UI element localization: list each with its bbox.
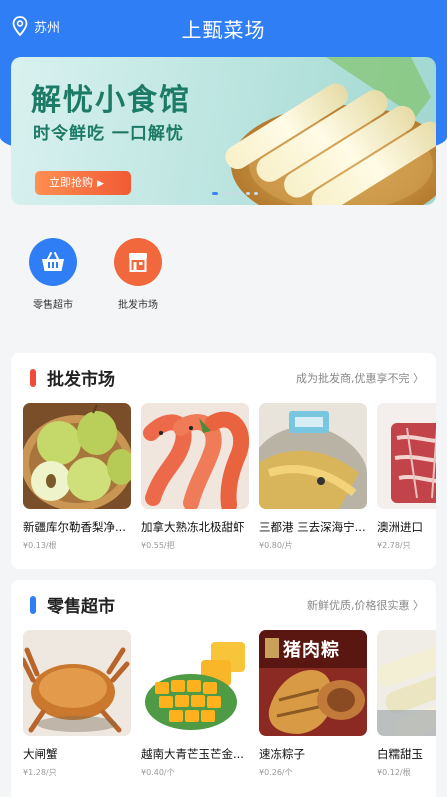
section-title: 批发市场	[47, 370, 115, 390]
product-card[interactable]: 澳洲进口 ¥2.78/只	[377, 403, 436, 551]
product-price: ¥0.13/根	[23, 541, 57, 550]
product-name: 三都港 三去深海宁...	[259, 520, 366, 534]
section-more-link[interactable]: 成为批发商,优惠享不完 〉	[296, 370, 424, 386]
section-hint: 新鲜优质,价格很实惠	[307, 599, 410, 612]
product-price: ¥0.26/个	[259, 768, 293, 777]
crab-image	[23, 630, 131, 736]
shopping-basket-icon	[42, 252, 64, 271]
carousel-dot[interactable]	[222, 192, 226, 195]
carousel-dot[interactable]	[230, 192, 234, 195]
section-title: 零售超市	[47, 597, 115, 617]
carousel-indicator	[212, 192, 258, 195]
product-card[interactable]: 白糯甜玉 ¥0.12/根	[377, 630, 436, 778]
mango-image	[141, 630, 249, 736]
product-price: ¥0.80/片	[259, 541, 293, 550]
product-name: 澳洲进口	[377, 520, 423, 534]
chevron-right-icon: 〉	[413, 599, 424, 612]
carousel-dot[interactable]	[238, 192, 242, 195]
product-name: 加拿大熟冻北极甜虾	[141, 520, 245, 534]
quick-link-wholesale[interactable]: 批发市场	[106, 238, 170, 311]
pear-image	[23, 403, 131, 509]
section-accent-bar	[30, 369, 36, 387]
product-card[interactable]: 大闸蟹 ¥1.28/只	[23, 630, 131, 778]
promo-banner[interactable]: 解忧小食馆 时令鲜吃 一口解忧 立即抢购 ▶	[11, 57, 436, 205]
carousel-dot[interactable]	[254, 192, 258, 195]
section-hint: 成为批发商,优惠享不完	[296, 372, 410, 385]
chevron-right-icon: 〉	[413, 372, 424, 385]
product-price: ¥0.55/把	[141, 541, 175, 550]
store-icon	[129, 253, 147, 272]
product-card[interactable]: 三都港 三去深海宁... ¥0.80/片	[259, 403, 367, 551]
section-accent-bar	[30, 596, 36, 614]
quick-link-label: 批发市场	[118, 300, 158, 311]
top-bar: 苏州 上甄菜场	[0, 0, 447, 56]
wholesale-header[interactable]: 批发市场 成为批发商,优惠享不完 〉	[11, 353, 436, 401]
product-card[interactable]: 越南大青芒玉芒金... ¥0.40/个	[141, 630, 249, 778]
retail-icon-circle	[29, 238, 77, 286]
package-label: 猪肉粽	[283, 640, 340, 661]
buy-now-label: 立即抢购	[49, 176, 93, 189]
product-card[interactable]: 猪肉粽 速冻粽子 ¥0.26/个	[259, 630, 367, 778]
product-name: 大闸蟹	[23, 747, 58, 761]
carousel-dot[interactable]	[246, 192, 250, 195]
quick-link-label: 零售超市	[33, 300, 73, 311]
product-name: 白糯甜玉	[377, 747, 423, 761]
banner-subtitle: 时令鲜吃 一口解忧	[33, 124, 184, 144]
buy-now-button[interactable]: 立即抢购 ▶	[35, 171, 131, 195]
retail-section: 零售超市 新鲜优质,价格很实惠 〉 大闸蟹 ¥1.28/只 越南大青芒玉芒金..…	[11, 580, 436, 797]
corn-image	[377, 630, 436, 736]
product-name: 越南大青芒玉芒金...	[141, 747, 244, 761]
beef-image	[377, 403, 436, 509]
section-more-link[interactable]: 新鲜优质,价格很实惠 〉	[307, 597, 424, 613]
product-name: 新疆库尔勒香梨净...	[23, 520, 126, 534]
product-card[interactable]: 新疆库尔勒香梨净... ¥0.13/根	[23, 403, 131, 551]
product-price: ¥1.28/只	[23, 768, 57, 777]
shrimp-image	[141, 403, 249, 509]
product-name: 速冻粽子	[259, 747, 305, 761]
carousel-dot[interactable]	[212, 192, 218, 195]
app-title: 上甄菜场	[181, 18, 266, 42]
product-price: ¥2.78/只	[377, 541, 411, 550]
play-arrow-icon: ▶	[97, 179, 104, 189]
wholesale-section: 批发市场 成为批发商,优惠享不完 〉 新疆库尔勒香梨净... ¥0.13/根 加…	[11, 353, 436, 569]
croaker-fish-image	[259, 403, 367, 509]
zongzi-image: 猪肉粽	[259, 630, 367, 736]
quick-link-retail[interactable]: 零售超市	[21, 238, 85, 311]
banner-title: 解忧小食馆	[31, 83, 191, 118]
product-price: ¥0.12/根	[377, 768, 411, 777]
product-price: ¥0.40/个	[141, 768, 175, 777]
product-card[interactable]: 加拿大熟冻北极甜虾 ¥0.55/把	[141, 403, 249, 551]
wholesale-icon-circle	[114, 238, 162, 286]
retail-header[interactable]: 零售超市 新鲜优质,价格很实惠 〉	[11, 580, 436, 628]
